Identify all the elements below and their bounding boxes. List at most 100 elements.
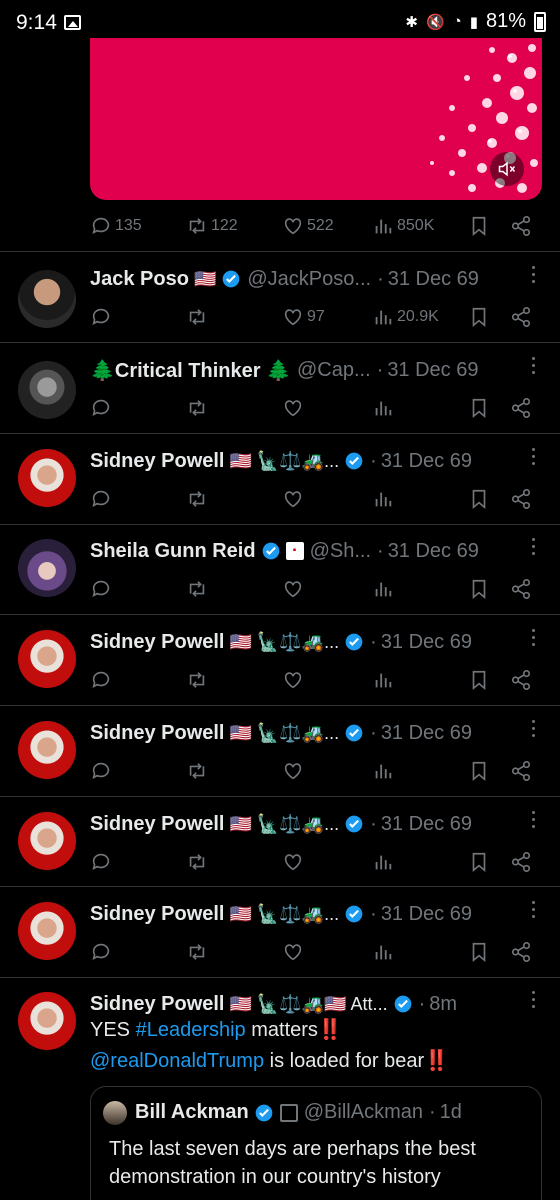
reply-button[interactable]: 135 <box>90 215 142 237</box>
avatar[interactable] <box>18 270 76 328</box>
reply-button[interactable] <box>90 669 112 691</box>
display-name[interactable]: Jack Poso <box>90 268 189 291</box>
video-mute-button[interactable] <box>490 152 524 186</box>
tweet-date[interactable]: 31 Dec 69 <box>381 631 472 654</box>
tweet-item[interactable]: Sidney Powell 🇺🇸 🗽⚖️🚜... · 31 Dec 69 <box>0 899 560 979</box>
avatar[interactable] <box>18 902 76 960</box>
display-name[interactable]: Sheila Gunn Reid <box>90 540 256 563</box>
reply-button[interactable] <box>90 941 112 963</box>
views-button[interactable] <box>372 760 394 782</box>
reply-button[interactable] <box>90 397 112 419</box>
bookmark-button[interactable] <box>468 669 490 691</box>
user-handle[interactable]: @Sh... <box>310 540 371 563</box>
views-button[interactable]: 850K <box>372 215 434 237</box>
display-name[interactable]: 🌲Critical Thinker 🌲 <box>90 358 291 383</box>
tweet-item[interactable]: Sidney Powell 🇺🇸 🗽⚖️🚜... · 31 Dec 69 <box>0 718 560 798</box>
share-button[interactable] <box>510 488 532 510</box>
share-button[interactable] <box>510 669 532 691</box>
tweet-item[interactable]: Sidney Powell 🇺🇸 🗽⚖️🚜... · 31 Dec 69 <box>0 627 560 707</box>
like-button[interactable] <box>282 941 304 963</box>
repost-button[interactable] <box>186 760 208 782</box>
avatar[interactable] <box>18 812 76 870</box>
repost-button[interactable] <box>186 851 208 873</box>
like-button[interactable] <box>282 578 304 600</box>
views-button[interactable]: 20.9K <box>372 306 439 328</box>
more-options-icon[interactable] <box>532 901 536 919</box>
avatar[interactable] <box>18 992 76 1050</box>
user-handle[interactable]: @JackPoso... <box>247 268 371 291</box>
share-button[interactable] <box>510 306 532 328</box>
user-handle[interactable]: @Cap... <box>297 359 371 382</box>
share-button[interactable] <box>510 397 532 419</box>
views-button[interactable] <box>372 851 394 873</box>
repost-button[interactable] <box>186 306 208 328</box>
tweet-date[interactable]: 31 Dec 69 <box>381 450 472 473</box>
more-options-icon[interactable] <box>532 448 536 466</box>
repost-button[interactable]: 122 <box>186 215 238 237</box>
share-button[interactable] <box>510 578 532 600</box>
share-button[interactable] <box>510 215 532 237</box>
tweet-item[interactable]: 🌲Critical Thinker 🌲 @Cap... · 31 Dec 69 <box>0 355 560 435</box>
reply-button[interactable] <box>90 488 112 510</box>
hashtag-link[interactable]: #Leadership <box>136 1019 246 1041</box>
bookmark-button[interactable] <box>468 215 490 237</box>
repost-button[interactable] <box>186 669 208 691</box>
bookmark-button[interactable] <box>468 760 490 782</box>
tweet-date[interactable]: 31 Dec 69 <box>388 540 479 563</box>
more-options-icon[interactable] <box>532 538 536 556</box>
tweet-date[interactable]: 31 Dec 69 <box>388 268 479 291</box>
display-name[interactable]: Sidney Powell <box>90 450 224 473</box>
bookmark-button[interactable] <box>468 397 490 419</box>
like-button[interactable] <box>282 488 304 510</box>
more-options-icon[interactable] <box>532 811 536 829</box>
tweet-item[interactable]: Sidney Powell 🇺🇸 🗽⚖️🚜... · 31 Dec 69 <box>0 446 560 526</box>
reply-button[interactable] <box>90 760 112 782</box>
tweet-item[interactable]: Sidney Powell 🇺🇸 🗽⚖️🚜... · 31 Dec 69 <box>0 809 560 889</box>
bookmark-button[interactable] <box>468 941 490 963</box>
repost-button[interactable] <box>186 488 208 510</box>
display-name[interactable]: Sidney Powell <box>90 993 224 1016</box>
display-name[interactable]: Sidney Powell <box>90 631 224 654</box>
reply-button[interactable] <box>90 578 112 600</box>
display-name[interactable]: Sidney Powell <box>90 903 224 926</box>
repost-button[interactable] <box>186 578 208 600</box>
views-button[interactable] <box>372 397 394 419</box>
tweet-date[interactable]: 31 Dec 69 <box>381 903 472 926</box>
reply-button[interactable] <box>90 851 112 873</box>
bookmark-button[interactable] <box>468 851 490 873</box>
like-button[interactable] <box>282 851 304 873</box>
tweet-media-video[interactable] <box>90 38 542 200</box>
more-options-icon[interactable] <box>532 991 536 1009</box>
repost-button[interactable] <box>186 941 208 963</box>
display-name[interactable]: Sidney Powell <box>90 722 224 745</box>
quoted-tweet[interactable]: Bill Ackman @BillAckman · 1d The last se… <box>90 1086 542 1200</box>
more-options-icon[interactable] <box>532 720 536 738</box>
avatar[interactable] <box>18 630 76 688</box>
more-options-icon[interactable] <box>532 629 536 647</box>
avatar[interactable] <box>18 449 76 507</box>
repost-button[interactable] <box>186 397 208 419</box>
avatar[interactable] <box>18 721 76 779</box>
like-button[interactable] <box>282 397 304 419</box>
views-button[interactable] <box>372 669 394 691</box>
share-button[interactable] <box>510 760 532 782</box>
share-button[interactable] <box>510 851 532 873</box>
display-name[interactable]: Sidney Powell <box>90 813 224 836</box>
views-button[interactable] <box>372 488 394 510</box>
tweet-item[interactable]: Sheila Gunn Reid ▪ @Sh... · 31 Dec 69 <box>0 536 560 616</box>
mention-link[interactable]: @realDonaldTrump <box>90 1050 264 1072</box>
views-button[interactable] <box>372 578 394 600</box>
like-button[interactable]: 522 <box>282 215 334 237</box>
like-button[interactable] <box>282 669 304 691</box>
tweet-item[interactable]: Jack Poso 🇺🇸 @JackPoso... · 31 Dec 69 97… <box>0 264 560 344</box>
like-button[interactable]: 97 <box>282 306 325 328</box>
tweet-date[interactable]: 8m <box>429 993 457 1016</box>
share-button[interactable] <box>510 941 532 963</box>
tweet-date[interactable]: 31 Dec 69 <box>381 722 472 745</box>
more-options-icon[interactable] <box>532 357 536 375</box>
more-options-icon[interactable] <box>532 266 536 284</box>
tweet-date[interactable]: 31 Dec 69 <box>381 813 472 836</box>
reply-button[interactable] <box>90 306 112 328</box>
bookmark-button[interactable] <box>468 306 490 328</box>
avatar[interactable] <box>18 539 76 597</box>
